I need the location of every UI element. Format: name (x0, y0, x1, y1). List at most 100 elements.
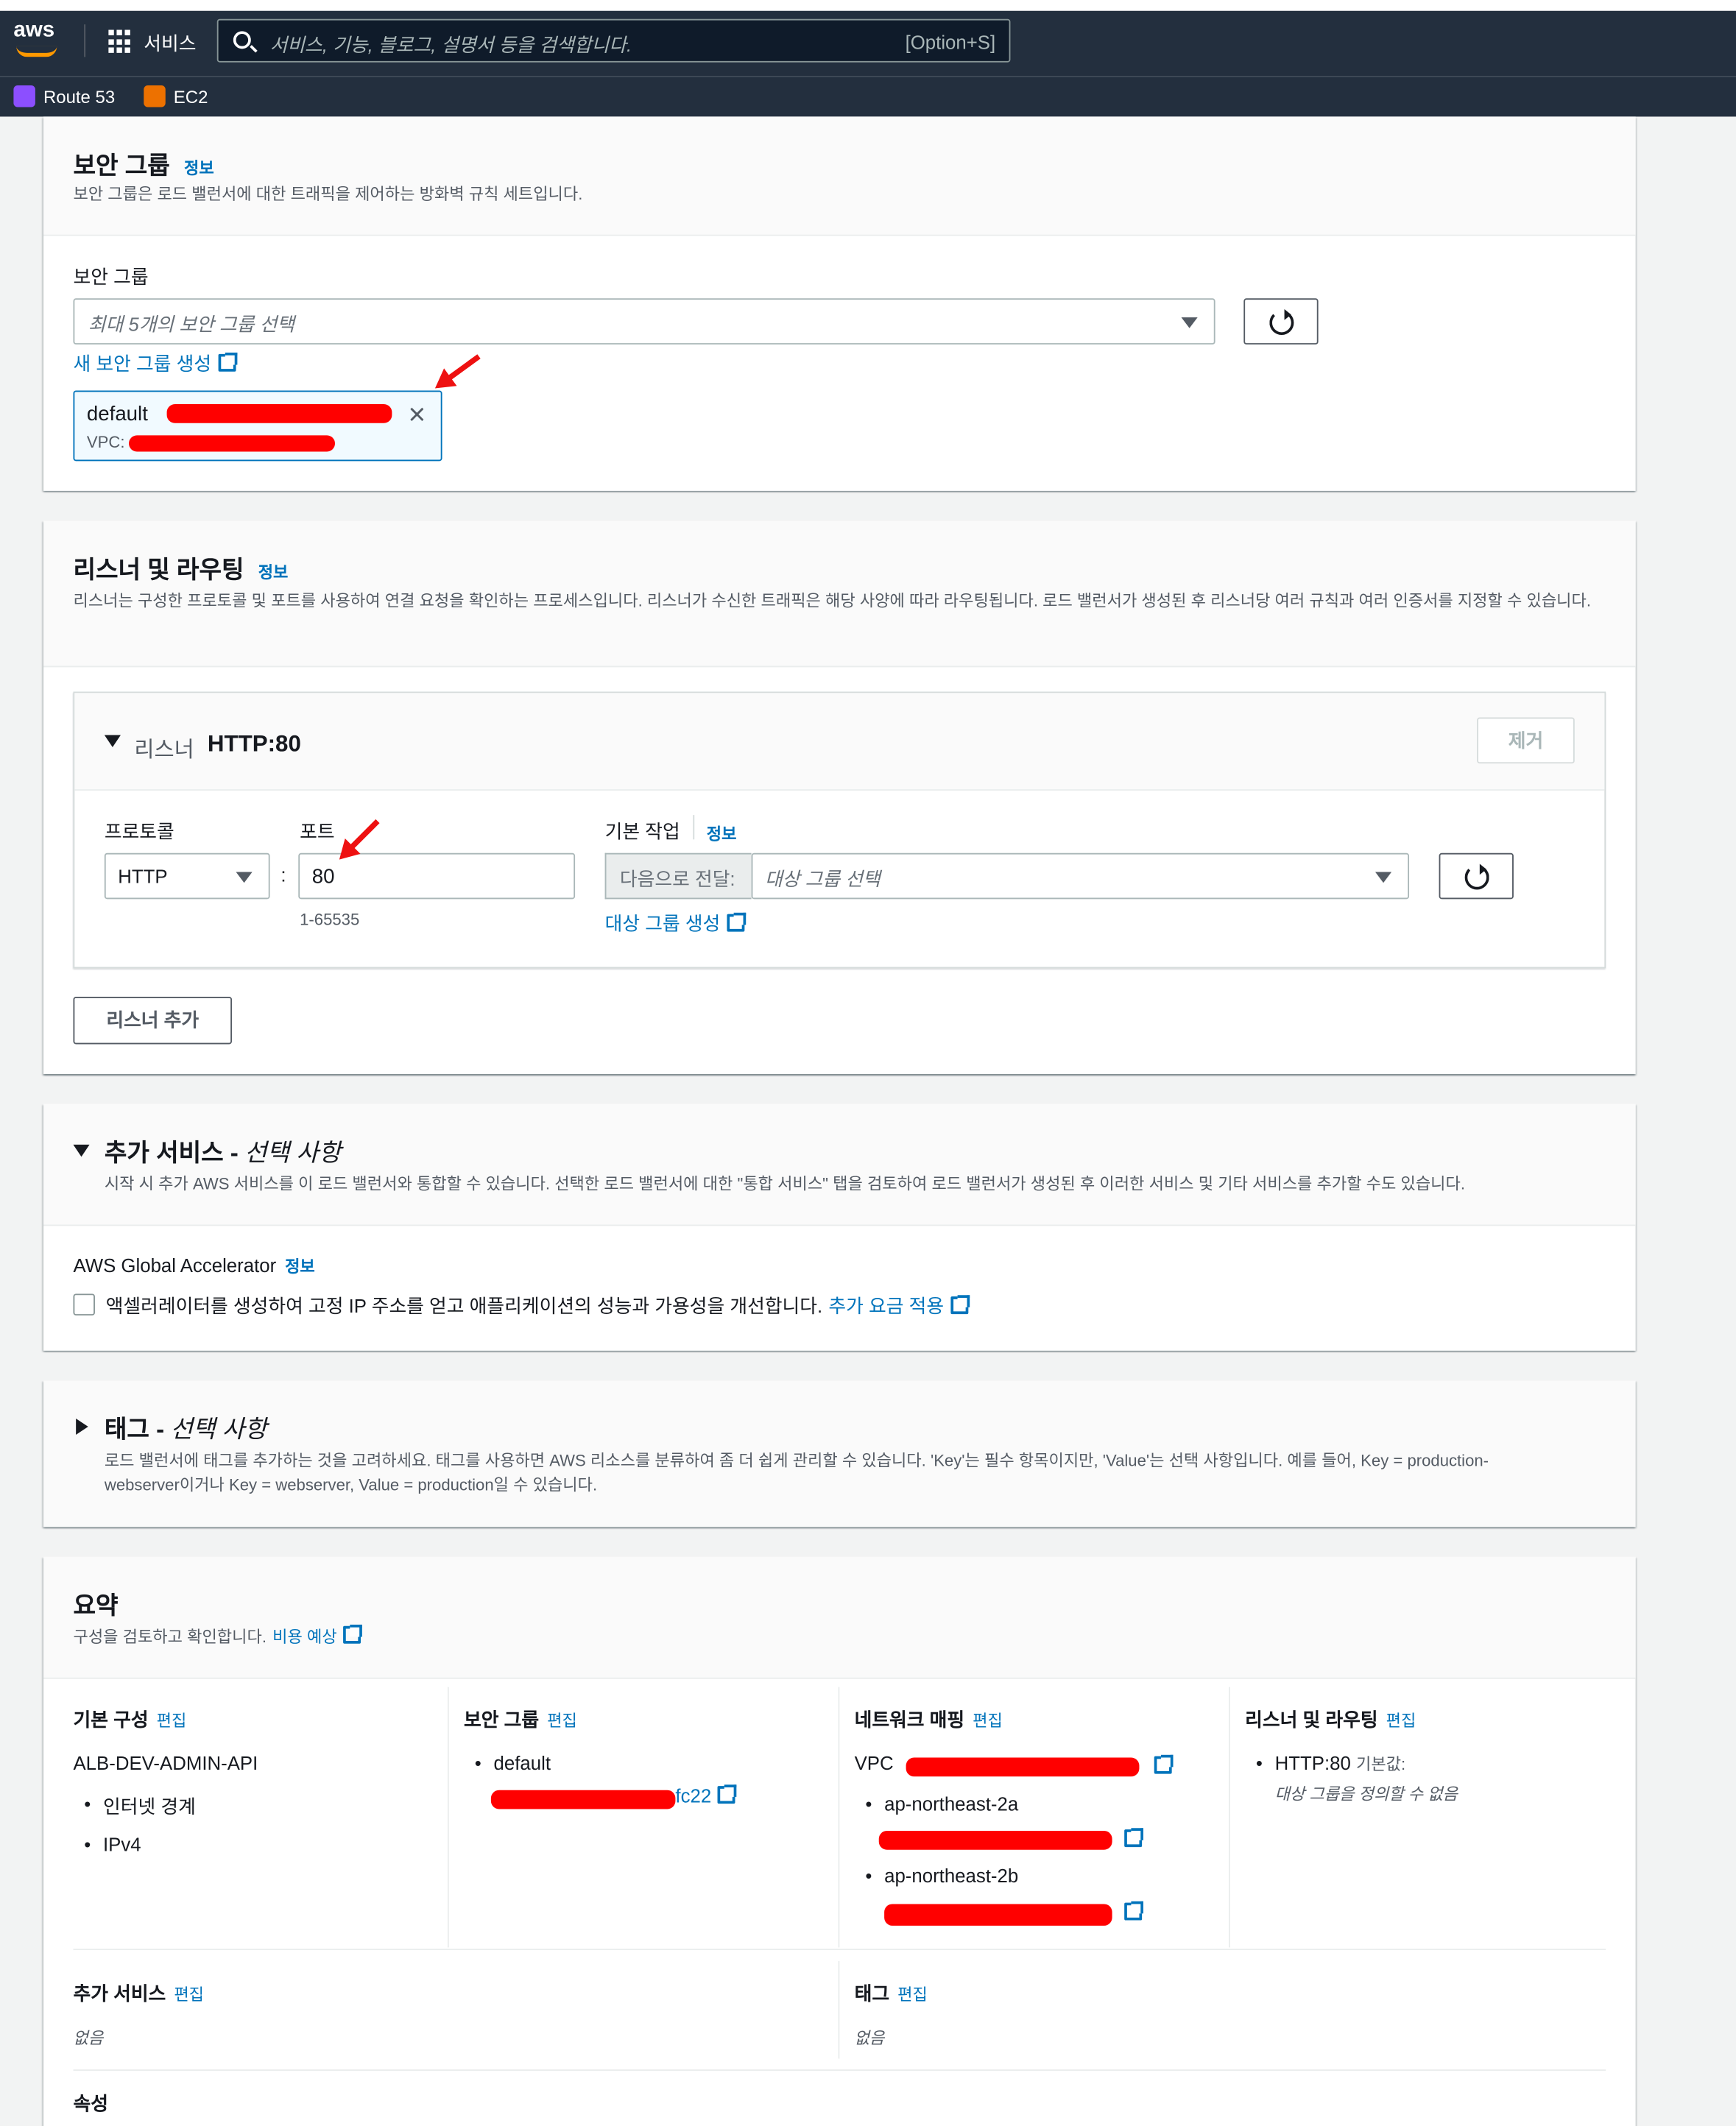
aws-logo-text: aws (13, 18, 55, 43)
list-item: 인터넷 경계 (84, 1793, 196, 1820)
column-title: 리스너 및 라우팅 (1245, 1709, 1378, 1731)
column-title: 보안 그룹 (464, 1709, 540, 1731)
port-separator: : (280, 864, 286, 886)
refresh-button[interactable] (1439, 852, 1514, 900)
edit-link[interactable]: 편집 (1386, 1712, 1416, 1731)
list-item: HTTP:80 기본값: (1256, 1752, 1405, 1775)
favorite-route53[interactable]: Route 53 (13, 85, 115, 107)
chevron-down-icon (236, 872, 253, 883)
panel-title: 추가 서비스 - 선택 사항 (105, 1134, 341, 1169)
search-icon (233, 31, 251, 49)
remove-listener-button[interactable]: 제거 (1477, 717, 1575, 764)
external-link-icon[interactable] (1154, 1754, 1174, 1774)
column-title: 태그 (854, 1982, 890, 2005)
create-security-group-link[interactable]: 새 보안 그룹 생성 (73, 350, 238, 377)
favorite-ec2[interactable]: EC2 (144, 85, 208, 107)
addons-value: 없음 (73, 2028, 104, 2048)
ga-checkbox[interactable] (73, 1293, 95, 1315)
info-link[interactable]: 정보 (258, 563, 289, 582)
redaction (884, 1904, 1112, 1926)
services-grid-icon[interactable] (108, 29, 133, 54)
caret-down-icon[interactable] (104, 735, 121, 748)
info-link[interactable]: 정보 (707, 822, 737, 844)
port-value: 80 (311, 865, 335, 889)
sg-id-link[interactable]: fc22 (675, 1784, 738, 1809)
target-group-select[interactable]: 대상 그룹 선택 (751, 852, 1410, 900)
aws-smile-icon (16, 46, 57, 57)
column-title: 기본 구성 (73, 1709, 149, 1731)
list-item: ap-northeast-2a (865, 1793, 1018, 1814)
global-search-input[interactable]: 서비스, 기능, 블로그, 설명서 등을 검색합니다. [Option+S] (216, 18, 1011, 63)
caret-down-icon[interactable] (73, 1144, 90, 1157)
services-menu[interactable]: 서비스 (144, 30, 196, 57)
edit-link[interactable]: 편집 (547, 1712, 577, 1731)
sg-id-suffix: fc22 (675, 1784, 712, 1807)
external-link-icon (950, 1295, 970, 1315)
panel-header: 요약 구성을 검토하고 확인합니다. 비용 예상 (43, 1556, 1636, 1679)
info-link[interactable]: 정보 (285, 1257, 315, 1276)
divider (73, 2069, 1606, 2072)
selected-token: default × VPC: (73, 390, 442, 462)
chevron-down-icon (1375, 872, 1392, 883)
ga-checkbox-text: 액셀러레이터를 생성하여 고정 IP 주소를 얻고 애플리케이션의 성능과 가용… (105, 1295, 823, 1317)
extra-charge-link[interactable]: 추가 요금 적용 (828, 1295, 944, 1316)
external-link-icon (218, 352, 238, 372)
token-name: default (86, 403, 148, 426)
summary-grid: 기본 구성 편집 ALB-DEV-ADMIN-API 인터넷 경계 IPv4 보안… (73, 1687, 1606, 1948)
top-navigation: aws 서비스 서비스, 기능, 블로그, 설명서 등을 검색합니다. [Opt… (0, 0, 1736, 77)
remove-token-icon[interactable]: × (409, 398, 426, 433)
lb-name: ALB-DEV-ADMIN-API (73, 1752, 258, 1774)
summary-title: 요약 (73, 1592, 119, 1620)
refresh-button[interactable] (1243, 298, 1319, 345)
ec2-icon (144, 85, 166, 107)
link-label: 대상 그룹 생성 (604, 912, 721, 935)
info-link[interactable]: 정보 (184, 159, 214, 178)
divider (838, 1960, 840, 2059)
protocol-select[interactable]: HTTP (104, 852, 270, 900)
panel-title: 리스너 및 라우팅 정보 (73, 551, 288, 586)
select-placeholder: 최대 5개의 보안 그룹 선택 (88, 313, 295, 336)
redaction (166, 403, 392, 423)
cost-estimate-link[interactable]: 비용 예상 (272, 1628, 337, 1647)
ga-label-row: AWS Global Accelerator 정보 (73, 1254, 314, 1279)
optional-label: 선택 사항 (244, 1139, 342, 1167)
listener-name: HTTP:80 (207, 730, 301, 757)
listener-card: 리스너 HTTP:80 제거 프로토콜 HTTP : 포트 80 1-65535… (73, 691, 1606, 969)
ga-label: AWS Global Accelerator (73, 1254, 277, 1276)
chevron-down-icon (1181, 317, 1198, 328)
external-link-icon[interactable] (1124, 1901, 1143, 1921)
add-listener-button[interactable]: 리스너 추가 (73, 997, 233, 1045)
listeners-title: 리스너 및 라우팅 (73, 556, 244, 584)
edit-link[interactable]: 편집 (157, 1712, 187, 1731)
panel-header: 리스너 및 라우팅 정보 리스너는 구성한 프로토콜 및 포트를 사용하여 연결… (43, 520, 1636, 668)
caret-right-icon[interactable] (76, 1418, 88, 1435)
listener-item: HTTP:80 (1274, 1752, 1351, 1774)
summary-panel: 요약 구성을 검토하고 확인합니다. 비용 예상 기본 구성 편집 ALB-DEV… (43, 1556, 1636, 2126)
summary-description: 구성을 검토하고 확인합니다. (73, 1627, 267, 1647)
edit-link[interactable]: 편집 (174, 1985, 204, 2005)
edit-link[interactable]: 편집 (897, 1985, 928, 2005)
annotation-arrow-icon (437, 354, 481, 388)
create-target-group-link[interactable]: 대상 그룹 생성 (604, 910, 747, 937)
listeners-description: 리스너는 구성한 프로토콜 및 포트를 사용하여 연결 요청을 확인하는 프로세… (73, 591, 1591, 610)
external-link-icon (718, 1784, 738, 1804)
external-link-icon (343, 1624, 363, 1644)
link-label: 새 보안 그룹 생성 (73, 352, 212, 375)
list-item: IPv4 (84, 1834, 141, 1855)
field-label: 보안 그룹 (73, 266, 149, 288)
panel-header: 보안 그룹 정보 보안 그룹은 로드 밸런서에 대한 트래픽을 제어하는 방화벽… (43, 116, 1636, 236)
edit-link[interactable]: 편집 (973, 1712, 1003, 1731)
top-strip (0, 0, 1736, 11)
summary-description-row: 구성을 검토하고 확인합니다. 비용 예상 (73, 1624, 363, 1649)
summary-basic-config: 기본 구성 편집 ALB-DEV-ADMIN-API 인터넷 경계 IPv4 (73, 1706, 447, 1855)
column-title: 네트워크 매핑 (854, 1709, 965, 1731)
search-shortcut: [Option+S] (905, 31, 996, 53)
addon-description: 시작 시 추가 AWS 서비스를 이 로드 밸런서와 통합할 수 있습니다. 선… (104, 1174, 1466, 1194)
external-link-icon[interactable] (1124, 1828, 1143, 1848)
list-item: default (475, 1752, 551, 1773)
aws-logo[interactable]: aws (13, 19, 62, 57)
favorite-label: EC2 (173, 85, 208, 107)
security-group-select[interactable]: 최대 5개의 보안 그룹 선택 (73, 298, 1215, 345)
summary-tags: 태그 편집 없음 (855, 1980, 928, 2049)
forward-to-text: 다음으로 전달: (619, 868, 735, 890)
